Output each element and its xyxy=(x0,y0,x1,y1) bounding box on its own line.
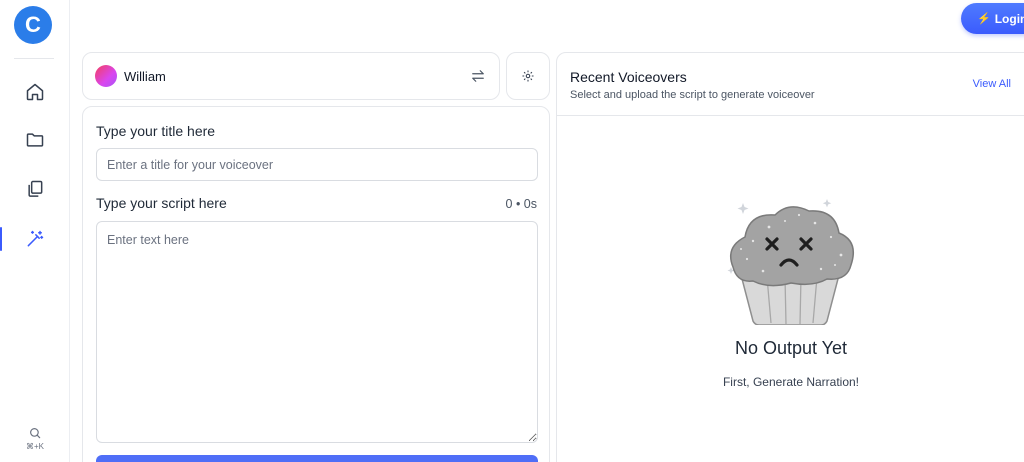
script-form: Type your title here Type your script he… xyxy=(82,106,550,462)
home-icon xyxy=(26,83,44,101)
sidebar-item-copy[interactable] xyxy=(0,171,70,207)
sidebar-item-home[interactable] xyxy=(0,74,70,110)
script-textarea[interactable] xyxy=(96,221,538,443)
lightning-icon: ⚡ xyxy=(977,13,991,25)
sidebar-divider xyxy=(14,58,54,59)
sidebar-item-folder[interactable] xyxy=(0,122,70,158)
voice-name: William xyxy=(124,68,166,84)
sidebar: C ⌘+K xyxy=(0,0,70,462)
login-button[interactable]: ⚡ Login xyxy=(961,3,1024,34)
search-icon xyxy=(30,428,41,439)
empty-subtitle: First, Generate Narration! xyxy=(722,375,860,389)
app-logo[interactable]: C xyxy=(14,6,52,44)
recent-title: Recent Voiceovers xyxy=(570,69,687,85)
recent-header: Recent Voiceovers Select and upload the … xyxy=(557,53,1024,116)
title-label: Type your title here xyxy=(96,123,216,139)
shortcut-label: ⌘+K xyxy=(25,442,44,451)
search-shortcut[interactable]: ⌘+K xyxy=(0,426,70,451)
script-counter: 0 • 0s xyxy=(505,197,537,211)
settings-button[interactable] xyxy=(506,52,550,100)
gear-icon xyxy=(522,70,534,82)
recent-voiceovers-panel: Recent Voiceovers Select and upload the … xyxy=(556,52,1024,462)
voice-selector[interactable]: William xyxy=(82,52,500,100)
voice-avatar xyxy=(95,65,117,87)
sidebar-item-magic-wand[interactable] xyxy=(0,221,70,257)
generate-button[interactable] xyxy=(96,455,538,462)
swap-icon[interactable] xyxy=(469,67,487,85)
recent-subtitle: Select and upload the script to generate… xyxy=(570,89,815,101)
empty-title: No Output Yet xyxy=(734,338,848,358)
logo-letter: C xyxy=(25,12,41,37)
copy-icon xyxy=(28,180,43,197)
script-label: Type your script here xyxy=(96,195,227,211)
sad-muffin-icon xyxy=(727,199,854,325)
login-label: Login xyxy=(994,11,1024,26)
view-all-link[interactable]: View All xyxy=(973,78,1011,90)
title-input[interactable] xyxy=(96,148,538,181)
magic-wand-icon xyxy=(27,230,44,247)
folder-icon xyxy=(26,133,44,147)
